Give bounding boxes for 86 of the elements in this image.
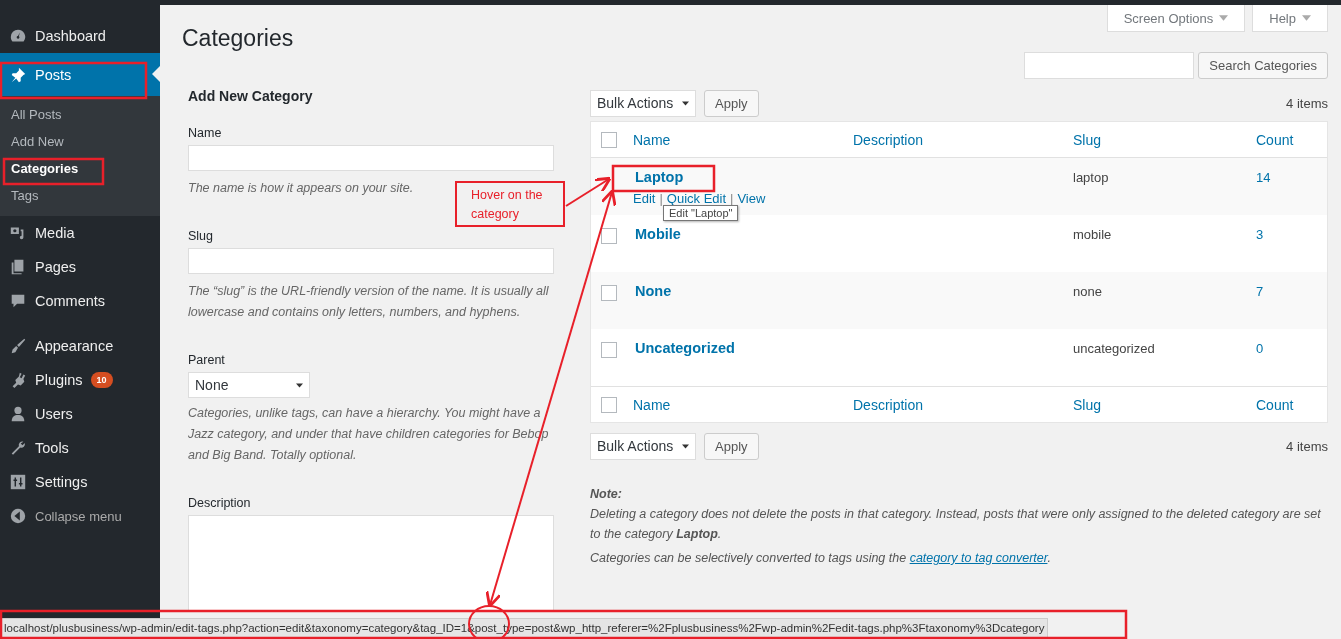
wrench-icon: [9, 439, 27, 457]
pin-icon: [9, 65, 27, 84]
category-link[interactable]: Uncategorized: [633, 340, 735, 356]
item-count: 4 items: [1286, 438, 1328, 454]
submenu-item[interactable]: Categories: [0, 155, 160, 182]
apply-button[interactable]: Apply: [704, 432, 759, 460]
bulk-actions-dropdown[interactable]: Bulk Actions: [590, 432, 696, 460]
row-action-link[interactable]: View: [737, 191, 766, 206]
help-text: The “slug” is the URL-friendly version of the name. It is usually all lowercase and contains only letters, numbers, and hyphens.: [188, 283, 550, 321]
help-text: The name is how it appears on your site.: [188, 180, 414, 197]
post-count-link[interactable]: 0: [1251, 341, 1306, 356]
row-checkbox[interactable]: [601, 228, 617, 244]
caret-icon: [682, 443, 689, 449]
apply-button[interactable]: Apply: [704, 89, 759, 117]
text-field[interactable]: [188, 145, 554, 171]
column-header[interactable]: Name: [633, 131, 853, 148]
slug-cell-text: uncategorized: [1073, 341, 1156, 356]
search-field[interactable]: [1024, 52, 1195, 79]
user-icon: [9, 405, 27, 423]
converter-link[interactable]: category to tag converter: [909, 551, 1048, 565]
parent-dropdown[interactable]: None: [188, 372, 310, 398]
post-count-link[interactable]: 14: [1251, 170, 1306, 185]
sliders-icon: [9, 473, 27, 491]
form-heading: Add New Category: [188, 88, 314, 104]
note-punctuation: .: [1047, 551, 1051, 565]
caret-icon: [1302, 15, 1311, 21]
slug-cell-text: laptop: [1073, 170, 1110, 185]
header-tab[interactable]: Screen Options: [1106, 5, 1246, 32]
tooltip: Edit "Laptop": [663, 205, 739, 221]
text-field[interactable]: [188, 248, 554, 274]
note-text: Deleting a category does not delete the posts in that category. Instead, posts that were only assigned to the deleted category are set to the category Laptop.: [590, 506, 1322, 543]
caret-icon: [682, 100, 689, 106]
row-action-link[interactable]: Quick Edit: [666, 191, 727, 206]
submenu-item[interactable]: Add New: [0, 128, 160, 155]
item-count: 4 items: [1286, 95, 1328, 111]
note-heading: Note:: [590, 486, 623, 503]
menu-item[interactable]: Appearance: [0, 329, 160, 363]
slug-cell-text: mobile: [1073, 227, 1113, 242]
bulk-actions-dropdown[interactable]: Bulk Actions: [590, 89, 696, 117]
note-text: Categories can be selectively converted to tags using the: [590, 551, 907, 565]
search-button[interactable]: Search Categories: [1198, 52, 1328, 79]
menu-item[interactable]: Media: [0, 216, 160, 250]
header-tab[interactable]: Help: [1252, 5, 1328, 32]
collapse-icon: [9, 507, 27, 525]
brush-icon: [9, 337, 27, 355]
select-all-checkbox[interactable]: [601, 131, 617, 148]
column-header[interactable]: Description: [853, 131, 1073, 148]
current-page-pointer: [152, 66, 160, 82]
menu-item[interactable]: Dashboard: [0, 19, 160, 53]
menu-item[interactable]: Settings: [0, 465, 160, 499]
column-header[interactable]: Slug: [1073, 131, 1251, 148]
description-field[interactable]: [188, 515, 554, 611]
category-link[interactable]: None: [633, 283, 672, 299]
post-count-link[interactable]: 7: [1251, 284, 1306, 299]
menu-item[interactable]: Users: [0, 397, 160, 431]
submenu-item[interactable]: All Posts: [0, 101, 160, 128]
menu-item[interactable]: Tools: [0, 431, 160, 465]
column-header[interactable]: Name: [633, 396, 853, 413]
caret-icon: [296, 382, 303, 388]
select-all-checkbox[interactable]: [601, 396, 617, 413]
field-label: Slug: [188, 229, 215, 243]
update-count-badge: 10: [90, 372, 113, 388]
category-link[interactable]: Laptop: [633, 169, 684, 185]
menu-item[interactable]: Plugins 10: [0, 363, 160, 397]
separator: |: [659, 191, 663, 206]
caret-icon: [1219, 15, 1229, 21]
field-label: Parent: [188, 353, 226, 367]
row-checkbox[interactable]: [601, 285, 617, 301]
row-action-link[interactable]: Edit: [633, 191, 656, 206]
row-checkbox[interactable]: [601, 342, 617, 358]
collapse-menu-button[interactable]: Collapse menu: [0, 499, 160, 533]
submenu-item[interactable]: Tags: [0, 182, 160, 209]
field-label: Name: [188, 126, 223, 140]
field-label: Description: [188, 496, 252, 510]
category-link[interactable]: Mobile: [633, 226, 681, 242]
column-header[interactable]: Slug: [1073, 396, 1251, 413]
column-header[interactable]: Count: [1251, 131, 1306, 148]
page-title: Categories: [182, 25, 294, 52]
menu-item[interactable]: Posts: [0, 53, 160, 96]
menu-item[interactable]: Pages: [0, 250, 160, 284]
post-count-link[interactable]: 3: [1251, 227, 1306, 242]
column-header[interactable]: Count: [1251, 396, 1306, 413]
slug-cell-text: none: [1073, 284, 1103, 299]
column-header[interactable]: Description: [853, 396, 1073, 413]
annotation-callout: Hover on the category: [455, 181, 565, 227]
menu-item[interactable]: Comments: [0, 284, 160, 318]
